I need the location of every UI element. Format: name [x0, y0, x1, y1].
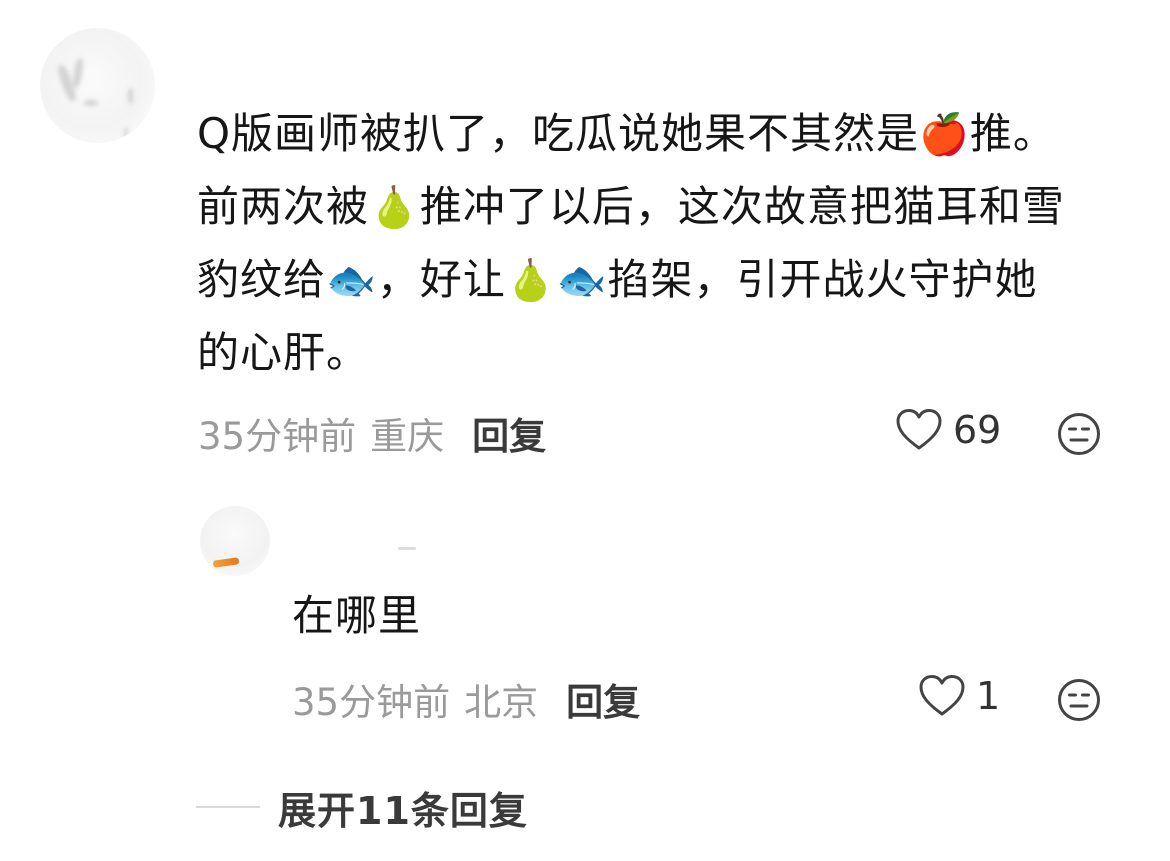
reply-meta: 35分钟前 北京 回复	[292, 672, 640, 726]
comment-line-1: Q版画师被扒了，吃瓜说她果不其然是🍎推。	[197, 109, 1056, 158]
like-button[interactable]: 69	[895, 408, 1001, 452]
comment-timestamp: 35分钟前	[198, 415, 357, 458]
expand-replies-label: 展开11条回复	[278, 788, 528, 833]
reply-like-count: 1	[976, 674, 1001, 718]
pear-emoji-icon: 🍐	[505, 258, 557, 304]
meh-face-icon[interactable]	[1057, 678, 1101, 726]
reply-avatar[interactable]	[200, 506, 270, 576]
pear-emoji-icon: 🍐	[369, 185, 420, 231]
reply-reply-button[interactable]: 回复	[566, 672, 640, 726]
heart-outline-icon	[919, 675, 965, 716]
meh-face-icon[interactable]	[1057, 412, 1101, 460]
fish-emoji-icon: 🐟	[556, 258, 608, 304]
reply-button[interactable]: 回复	[472, 406, 546, 460]
comment-meta: 35分钟前 重庆 回复	[198, 406, 546, 460]
expand-divider	[196, 806, 260, 808]
comment-line-4: 的心肝。	[197, 328, 370, 377]
reply-location: 北京	[464, 681, 539, 724]
comment-text: Q版画师被扒了，吃瓜说她果不其然是🍎推。 前两次被🍐推冲了以后，这次故意把猫耳和…	[197, 98, 1137, 389]
username-placeholder	[398, 547, 416, 550]
comment-location: 重庆	[370, 415, 445, 458]
comment-line-2: 前两次被🍐推冲了以后，这次故意把猫耳和雪	[197, 182, 1065, 231]
reply-like-button[interactable]: 1	[918, 674, 1000, 718]
reply-text: 在哪里	[292, 591, 422, 640]
expand-replies-button[interactable]: 展开11条回复	[196, 782, 528, 833]
commenter-avatar[interactable]	[40, 28, 155, 143]
reply-timestamp: 35分钟前	[292, 681, 451, 724]
comment-line-3: 豹纹给🐟，好让🍐🐟掐架，引开战火守护她	[197, 255, 1038, 304]
like-count: 69	[953, 408, 1002, 452]
fish-emoji-icon: 🐟	[326, 258, 377, 304]
heart-outline-icon	[896, 409, 942, 450]
apple-emoji-icon: 🍎	[919, 112, 970, 158]
